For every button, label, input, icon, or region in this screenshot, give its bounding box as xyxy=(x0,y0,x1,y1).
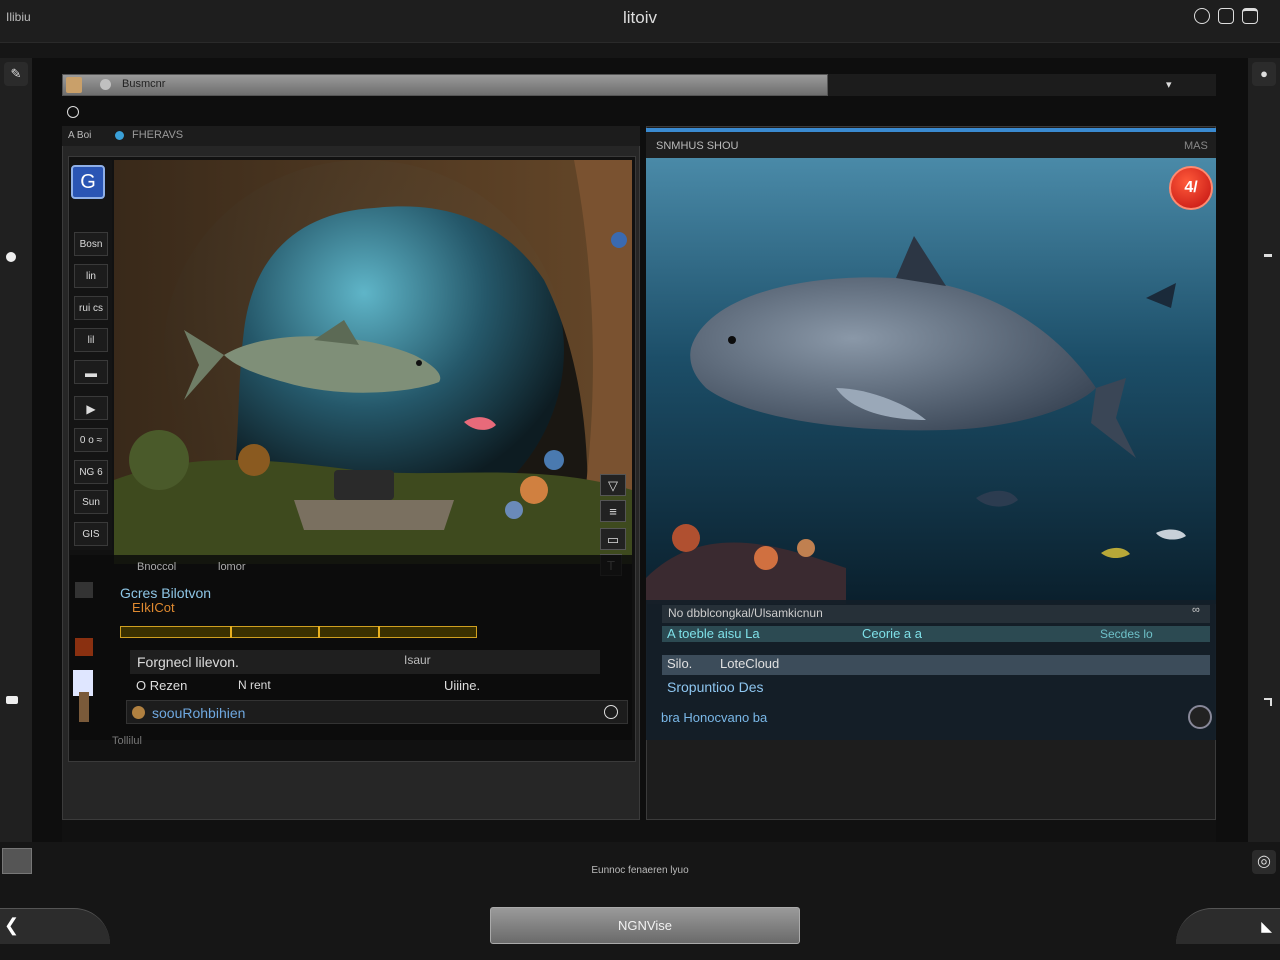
left-panel-title: FHERAVS xyxy=(132,129,184,141)
main-action-button[interactable]: NGNVise xyxy=(490,907,800,944)
hud-label: lomor xyxy=(218,561,246,573)
tool-button-8[interactable]: GIS xyxy=(74,522,108,546)
link-icon[interactable]: ∞ xyxy=(1192,604,1200,616)
status-text: Eunnoc fenaeren lyuo xyxy=(591,865,689,876)
share-icon[interactable] xyxy=(1218,8,1234,24)
filter-icon[interactable]: ▽ xyxy=(600,474,626,496)
bottom-strip xyxy=(62,820,1216,842)
record-button[interactable]: 4/ xyxy=(1169,166,1213,210)
progress-bar xyxy=(120,626,477,638)
hud-row-label[interactable]: Forgnecl lilevon. xyxy=(137,654,239,670)
map-marker-icon[interactable] xyxy=(611,232,627,248)
flag-icon[interactable] xyxy=(6,696,18,704)
hud-label: Bnoccol xyxy=(137,561,177,573)
progress-tick xyxy=(318,626,320,638)
hud-game-title: Gcres Bilotvon xyxy=(120,585,212,601)
coin-icon xyxy=(132,706,145,719)
right-rail xyxy=(1248,58,1280,842)
right-panel-label: MAS xyxy=(1184,140,1208,152)
chat-icon[interactable]: ● xyxy=(1252,62,1276,86)
address-bar-extension xyxy=(828,74,1216,96)
chevron-left-icon: ❮ xyxy=(4,915,20,935)
hud-footer: Tollilul xyxy=(112,735,142,747)
window-title: litoiv xyxy=(622,8,657,27)
forward-button[interactable]: ◣ xyxy=(1176,908,1280,944)
info-stat: A toeble aisu La xyxy=(667,626,760,641)
left-panel-tab[interactable]: A Boi xyxy=(68,130,91,141)
minus-tool-button[interactable]: ▬ xyxy=(74,360,108,384)
info-heading: No dbblcongkal/Ulsamkicnun xyxy=(668,606,823,620)
info-stat-tail: aisu La xyxy=(717,626,760,641)
hud-action-label[interactable]: soouRohbihien xyxy=(152,705,245,721)
window-icon[interactable] xyxy=(1242,8,1258,24)
home-icon[interactable] xyxy=(66,77,82,93)
info-icon[interactable] xyxy=(604,705,618,719)
chevron-down-icon[interactable]: ▾ xyxy=(1166,78,1172,91)
tool-button-2[interactable]: lin xyxy=(74,264,108,288)
address-bar[interactable] xyxy=(62,74,828,96)
corner-icon[interactable] xyxy=(1264,698,1272,706)
status-ring-icon xyxy=(67,106,79,118)
live-dot-icon xyxy=(115,131,124,140)
tool-button-6[interactable]: NG 6 xyxy=(74,460,108,484)
pin-icon[interactable] xyxy=(6,252,16,262)
hud-row-value: Isaur xyxy=(404,653,431,667)
underwater-scene[interactable] xyxy=(646,158,1216,604)
cursor-icon: ◣ xyxy=(1261,918,1272,934)
info-link[interactable]: bra Honocvano ba xyxy=(661,710,767,725)
back-button[interactable]: ❮ xyxy=(0,908,110,944)
radio-option[interactable]: O Rezen xyxy=(136,678,187,693)
info-stat: Ceorie a a xyxy=(862,626,922,641)
hud-game-subtitle: EIkICot xyxy=(132,600,175,615)
hud-row-value: Uiiine. xyxy=(444,678,481,693)
tool-button-1[interactable]: Bosn xyxy=(74,232,108,256)
progress-tick xyxy=(378,626,380,638)
left-rail xyxy=(0,58,32,842)
layers-icon[interactable]: ≡ xyxy=(600,500,626,522)
game-viewport[interactable] xyxy=(114,160,632,564)
handle-icon[interactable] xyxy=(1264,254,1272,257)
settings-icon[interactable] xyxy=(1188,705,1212,729)
gamehub-logo-button[interactable]: G xyxy=(71,165,105,199)
tool-button-5[interactable]: 0 o ≈ xyxy=(74,428,108,452)
info-value: LoteCloud xyxy=(720,656,780,671)
info-description: Sropuntioo Des xyxy=(667,679,764,695)
pen-icon[interactable]: ✎ xyxy=(4,62,28,86)
address-text[interactable]: Busmcnr xyxy=(122,78,165,90)
hud-row-value: N rent xyxy=(238,678,271,692)
tool-button-7[interactable]: Sun xyxy=(74,490,108,514)
tool-button-4[interactable]: lil xyxy=(74,328,108,352)
info-key: Silo. xyxy=(667,656,693,671)
tool-button-3[interactable]: rui cs xyxy=(74,296,108,320)
save-icon[interactable]: ▭ xyxy=(600,528,626,550)
right-panel-title: SNMHUS SHOU xyxy=(656,140,739,152)
refresh-icon[interactable] xyxy=(1194,8,1210,24)
inventory-strip[interactable] xyxy=(73,582,95,722)
info-stat: Secdes lo xyxy=(1100,627,1153,641)
site-icon xyxy=(100,79,111,90)
video-tool-button[interactable]: ▶ xyxy=(74,396,108,420)
progress-tick xyxy=(230,626,232,638)
